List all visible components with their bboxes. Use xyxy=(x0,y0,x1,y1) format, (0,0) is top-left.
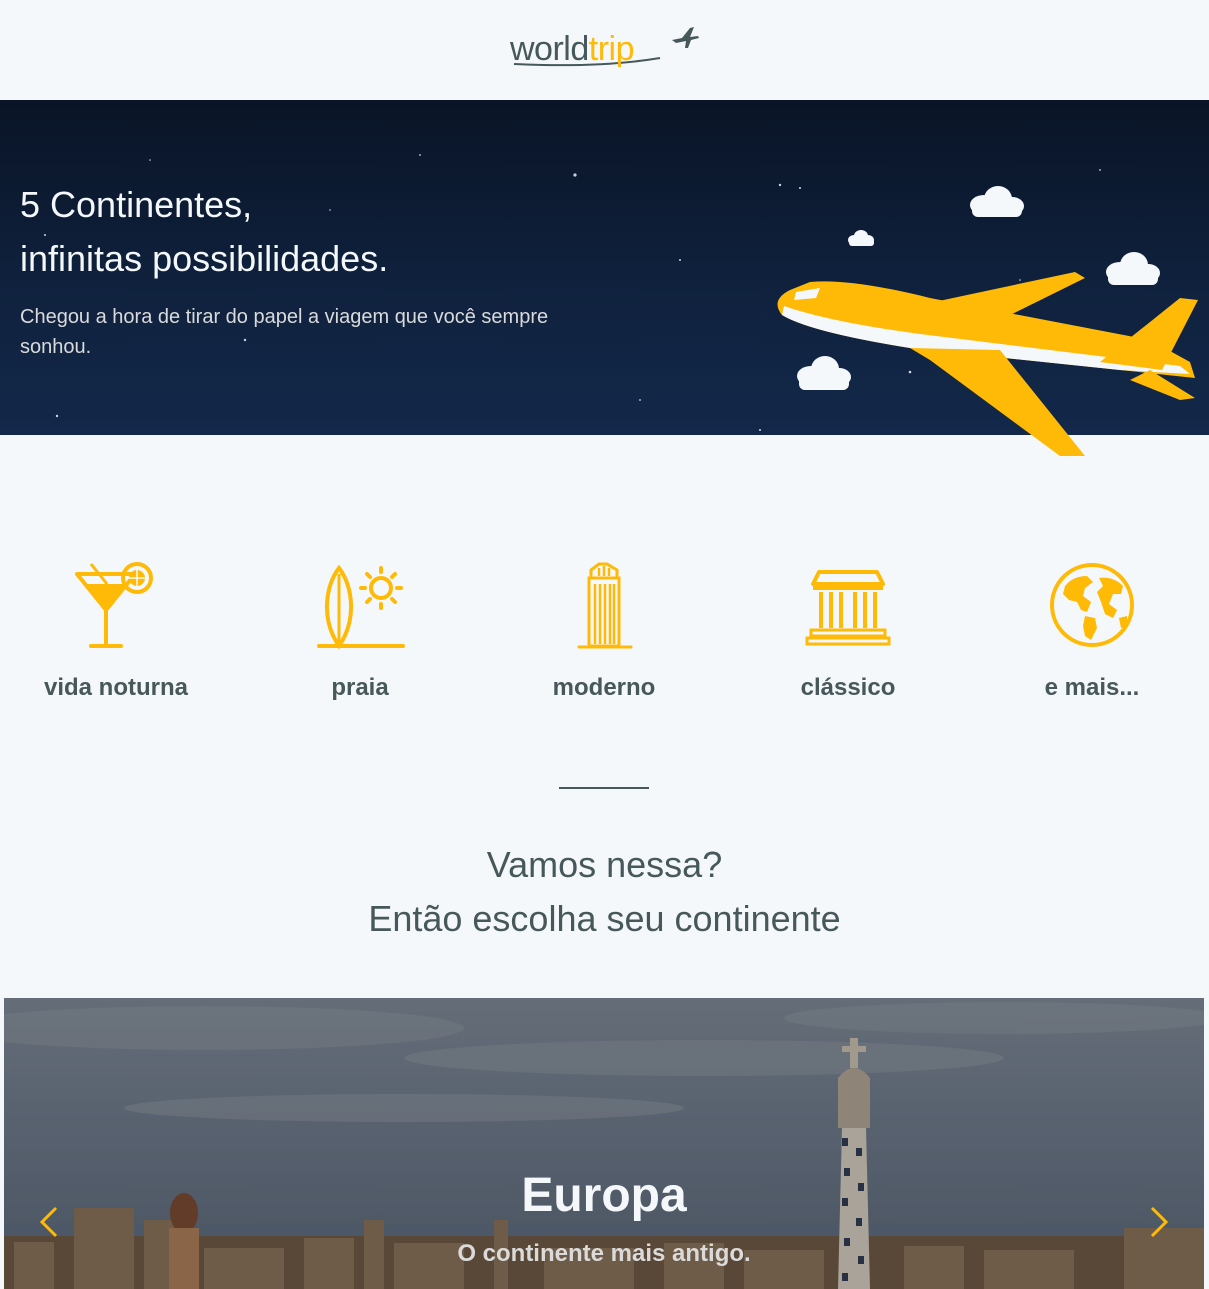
type-label: praia xyxy=(331,674,389,701)
header: worldtrip xyxy=(0,0,1209,100)
cta-line2: Então escolha seu continente xyxy=(368,898,841,939)
logo-text: worldtrip xyxy=(510,30,634,69)
cta-line1: Vamos nessa? xyxy=(486,844,723,885)
building-icon xyxy=(577,562,633,649)
slide-subtitle: O continente mais antigo. xyxy=(457,1240,751,1267)
logo-world: world xyxy=(510,30,589,68)
logo-trip: trip xyxy=(588,30,635,68)
type-label: vida noturna xyxy=(43,674,188,701)
type-praia[interactable]: praia xyxy=(260,560,460,702)
hero-banner: 5 Continentes, infinitas possibilidades.… xyxy=(0,100,1209,456)
museum-icon xyxy=(805,570,891,646)
type-e-mais[interactable]: e mais... xyxy=(992,560,1192,702)
carousel-next-arrow[interactable] xyxy=(1144,1204,1174,1240)
earth-icon xyxy=(1050,563,1134,647)
surf-sun-icon xyxy=(317,564,405,650)
banner-title-line1: 5 Continentes, xyxy=(20,184,253,225)
type-label: clássico xyxy=(800,674,896,701)
banner-subtitle: Chegou a hora de tirar do papel a viagem… xyxy=(20,306,549,358)
airplane-icon xyxy=(672,27,699,48)
type-label: moderno xyxy=(552,674,656,701)
continent-carousel[interactable]: Europa O continente mais antigo. xyxy=(4,998,1204,1289)
section-divider xyxy=(559,787,649,789)
type-classico[interactable]: clássico xyxy=(748,560,948,702)
cta-heading: Vamos nessa? Então escolha seu continent… xyxy=(0,838,1209,946)
type-vida-noturna[interactable]: vida noturna xyxy=(16,560,216,702)
carousel-prev-arrow[interactable] xyxy=(34,1204,64,1240)
travel-types: vida noturna praia moderno clássico e ma… xyxy=(0,560,1209,710)
banner-title: 5 Continentes, infinitas possibilidades. xyxy=(20,178,388,286)
type-moderno[interactable]: moderno xyxy=(504,560,704,702)
airplane-illustration xyxy=(777,272,1198,456)
type-label: e mais... xyxy=(1044,674,1140,701)
worldtrip-logo[interactable]: worldtrip xyxy=(510,24,700,76)
banner-title-line2: infinitas possibilidades. xyxy=(20,238,389,279)
slide-title[interactable]: Europa xyxy=(4,1168,1204,1223)
cocktail-icon xyxy=(75,562,153,648)
